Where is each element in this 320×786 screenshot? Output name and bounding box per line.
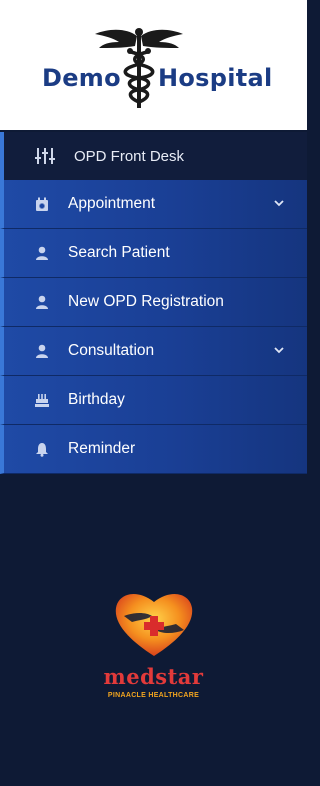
nav-menu: OPD Front Desk Appointment Search Patien… [0,132,307,474]
menu-item-label: Consultation [68,342,155,359]
calendar-icon [34,196,50,212]
user-icon [34,294,50,310]
menu-item-new-opd-registration[interactable]: New OPD Registration [0,278,307,327]
cake-icon [34,392,50,408]
heart-hands-icon [115,594,193,656]
menu-header-opd-front-desk[interactable]: OPD Front Desk [0,132,307,180]
menu-item-appointment[interactable]: Appointment [0,180,307,229]
menu-item-birthday[interactable]: Birthday [0,376,307,425]
user-icon [34,343,50,359]
chevron-down-icon[interactable] [273,197,285,209]
sliders-icon [34,146,58,166]
hospital-logo[interactable]: Demo Hospital [0,0,307,130]
menu-item-label: Reminder [68,440,136,457]
menu-item-label: New OPD Registration [68,293,224,310]
medstar-tagline: PINAACLE HEALTHCARE [107,692,200,699]
menu-header-label: OPD Front Desk [74,147,185,165]
medstar-brand: medstar [103,664,204,689]
bell-icon [34,441,50,457]
menu-item-label: Search Patient [68,244,170,261]
user-icon [34,245,50,261]
menu-item-consultation[interactable]: Consultation [0,327,307,376]
sidebar: Demo Hospital OPD Front Desk Appointment… [0,0,307,786]
menu-item-label: Birthday [68,391,125,408]
brand-name-left: Demo [42,64,121,92]
menu-item-label: Appointment [68,195,156,212]
menu-item-reminder[interactable]: Reminder [0,425,307,474]
brand-name-right: Hospital [158,64,273,92]
menu-item-search-patient[interactable]: Search Patient [0,229,307,278]
chevron-down-icon[interactable] [273,344,285,356]
